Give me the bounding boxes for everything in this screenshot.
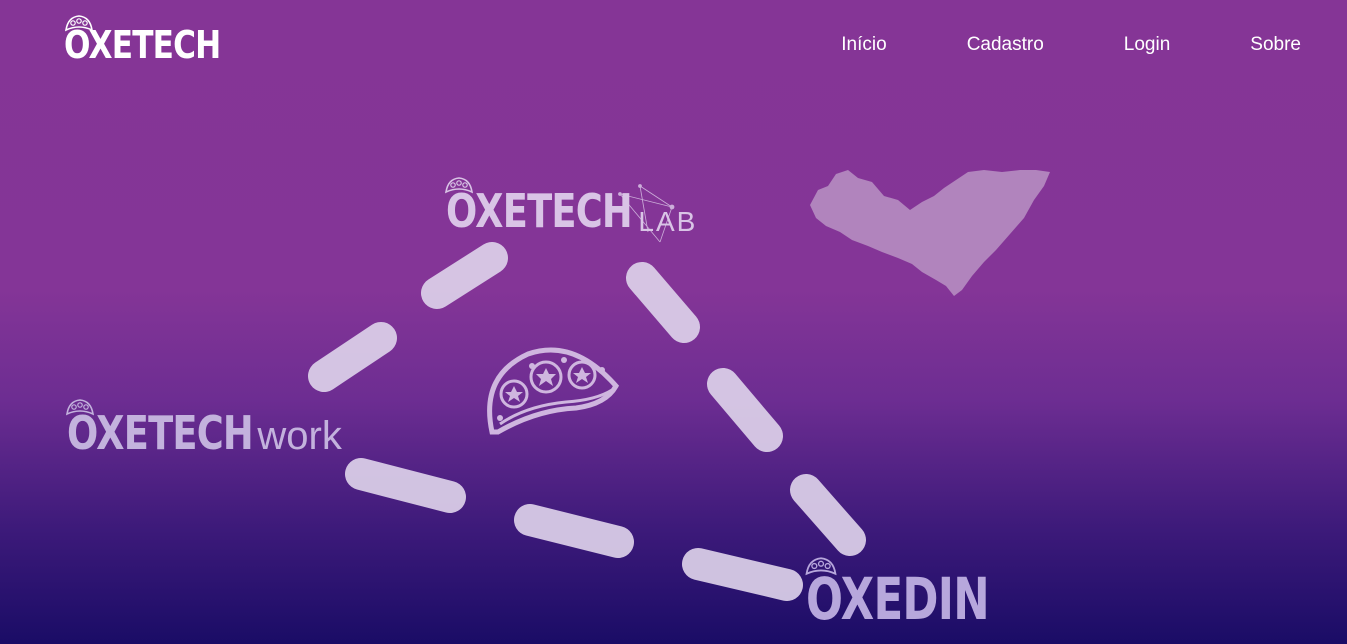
dash [790,474,866,556]
alagoas-map-icon [810,170,1050,296]
dash [514,504,634,558]
dash [626,262,700,343]
dash [308,322,397,392]
dash [421,242,508,309]
dash [345,458,466,513]
lab-logo-suffix: LAB [638,206,698,237]
dash [707,368,783,452]
oxetech-work-logo[interactable]: OXETECH work [65,399,342,460]
work-logo-suffix: work [257,414,342,458]
hero-graphics [308,170,1050,601]
oxedin-logo[interactable]: OXEDIN [805,557,1050,633]
empanada-icon [487,347,620,435]
work-logo-word: OXETECH [67,406,254,460]
hero-section: OXETECH LAB OXETECH work OXEDIN [0,0,1347,644]
oxetech-lab-logo[interactable]: OXETECH LAB [444,177,698,238]
path-dashes [308,242,866,601]
din-logo-word: OXEDIN [806,565,990,633]
dash [682,548,803,601]
lab-logo-word: OXETECH [446,184,633,238]
